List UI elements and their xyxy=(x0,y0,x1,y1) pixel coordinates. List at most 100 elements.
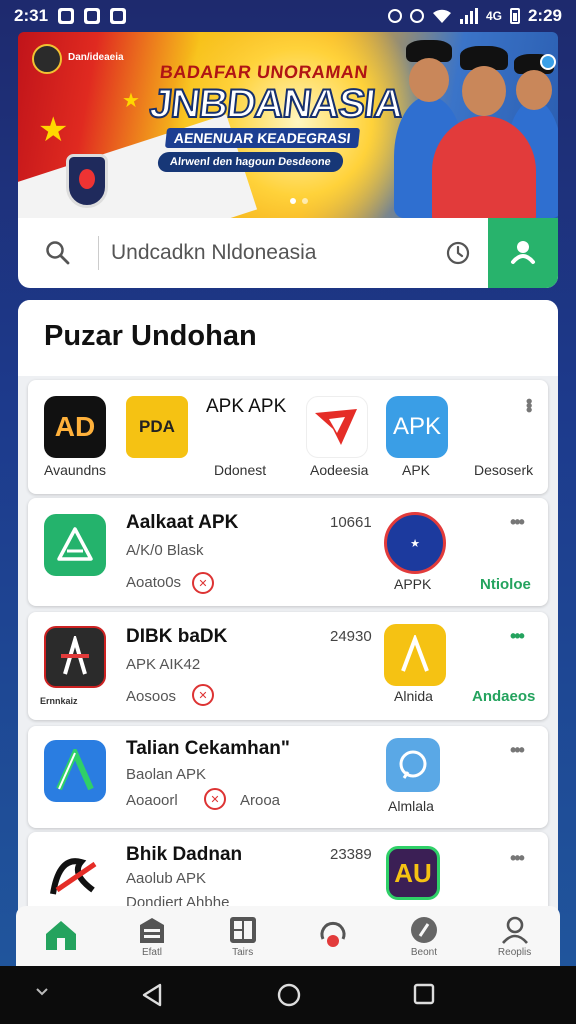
chevron-down-icon[interactable] xyxy=(34,984,50,1000)
promo-banner[interactable]: Dan/ideaeia ★ ★ BADAFAR UNORAMAN JNBDANA… xyxy=(18,32,558,218)
app-label: APK xyxy=(402,462,431,478)
pen-badge-icon xyxy=(410,916,437,943)
more-options-icon[interactable]: ••• xyxy=(510,740,525,761)
app-label: Desoserk xyxy=(474,462,534,478)
content-panel: Puzar Undohan APK APK ••• AD Avaundns PD… xyxy=(18,300,558,910)
app-icon-yellow-a xyxy=(384,624,446,686)
banner-headline-sub: AENENUAR KEADEGRASI xyxy=(164,128,360,148)
more-options-icon[interactable]: ••• xyxy=(518,398,539,411)
store-icon xyxy=(139,917,164,943)
alarm-icon xyxy=(409,9,424,23)
recent-apps-icon[interactable] xyxy=(412,982,436,1006)
banner-headline-top: BADAFAR UNORAMAN xyxy=(159,62,370,82)
nav-profile[interactable]: Reoplis xyxy=(470,906,560,966)
app-icon-text: AU xyxy=(394,857,432,888)
app-icon-ad[interactable]: AD xyxy=(44,396,106,458)
search-bar[interactable]: Undcadkn Nldoneasia xyxy=(18,218,558,288)
mic-icon xyxy=(511,241,535,264)
voice-search-button[interactable] xyxy=(488,218,558,288)
system-navigation-bar xyxy=(0,966,576,1024)
grid-icon xyxy=(229,916,256,943)
app-list-card[interactable]: Ernnkaiz DIBK baDK APK AIK42 Aosoos ✕ 24… xyxy=(28,612,548,720)
status-bar: 2:31 4G 2:29 xyxy=(0,0,576,32)
app-title: Bhik Dadnan xyxy=(126,844,243,865)
bottom-navigation: Efatl Tairs Beont Reoplis xyxy=(16,906,560,966)
app-subtitle: Baolan APK xyxy=(126,766,207,783)
app-list-card[interactable]: Aalkaat APK A/K/0 Blask Aoato0s ✕ 10661 … xyxy=(28,498,548,606)
shield-emblem-icon xyxy=(66,154,108,208)
app-caption: Ernnkaiz xyxy=(40,696,78,706)
app-label: Alnida xyxy=(394,688,433,704)
app-count: 10661 xyxy=(330,514,372,531)
nav-label: Reoplis xyxy=(497,946,532,958)
app-icon-text: APK xyxy=(392,413,442,440)
nav-home[interactable] xyxy=(16,906,106,966)
app-icon-apk[interactable]: APK xyxy=(386,396,448,458)
more-options-icon[interactable]: ••• xyxy=(510,848,525,869)
featured-apps-card[interactable]: APK APK ••• AD Avaundns PDA Ddonest Aode… xyxy=(28,380,548,494)
search-icon[interactable] xyxy=(18,240,98,266)
app-label: Aodeesia xyxy=(310,462,369,478)
remove-icon[interactable]: ✕ xyxy=(204,788,226,810)
app-action-link[interactable]: Ntioloe xyxy=(480,576,531,593)
location-icon xyxy=(387,9,402,23)
app-action-link[interactable]: Andaeos xyxy=(472,688,535,705)
featured-heading: APK APK xyxy=(206,396,287,417)
star-icon: ★ xyxy=(122,90,140,112)
nav-updates[interactable] xyxy=(288,906,378,966)
app-icon-red-triangle[interactable] xyxy=(306,396,368,458)
more-options-icon[interactable]: ••• xyxy=(510,512,525,533)
nav-label: Efatl xyxy=(141,946,162,958)
remove-icon[interactable]: ✕ xyxy=(192,572,214,594)
app-subtitle: A/K/0 Blask xyxy=(126,542,204,559)
app-title: DIBK baDK xyxy=(126,626,228,647)
app-icon-round-badge: ★ xyxy=(384,512,446,574)
app-list-card[interactable]: Bhik Dadnan Aaolub APK Dondiert Ahbhe 23… xyxy=(28,832,548,910)
person-illustration xyxy=(432,46,536,218)
app-meta: Aoato0s xyxy=(126,574,182,591)
image-notification-icon xyxy=(110,8,127,24)
banner-headline-pill: Alrwenl den hagoun Desdeone xyxy=(156,152,344,172)
refresh-icon xyxy=(320,921,346,947)
check-notification-icon xyxy=(84,8,101,24)
app-icon-black-swoosh xyxy=(44,844,106,906)
app-count: 23389 xyxy=(330,846,372,863)
status-time: 2:31 xyxy=(14,6,49,25)
app-meta: Aosoos xyxy=(126,688,177,705)
app-subtitle: APK AIK42 xyxy=(126,656,201,673)
nav-label: Beont xyxy=(410,946,438,958)
search-input[interactable]: Undcadkn Nldoneasia xyxy=(99,241,428,265)
nav-categories[interactable]: Efatl xyxy=(107,906,197,966)
carousel-dots[interactable] xyxy=(290,198,308,204)
star-icon: ★ xyxy=(38,111,69,149)
battery-icon xyxy=(509,8,520,24)
app-icon-green-a xyxy=(44,514,106,576)
app-icon-pda[interactable]: PDA xyxy=(126,396,188,458)
status-time-right: 2:29 xyxy=(527,6,562,25)
app-subtitle: Aaolub APK xyxy=(126,870,207,887)
app-icon-text: AD xyxy=(54,411,96,442)
notification-icon xyxy=(58,8,75,24)
app-label: Almlala xyxy=(388,798,434,814)
app-title: Aalkaat APK xyxy=(126,512,239,533)
app-count: 24930 xyxy=(330,628,372,645)
home-button-icon[interactable] xyxy=(276,982,302,1008)
remove-icon[interactable]: ✕ xyxy=(192,684,214,706)
back-icon[interactable] xyxy=(140,982,164,1008)
app-list-card[interactable]: Talian Cekamhan" Baolan APK Aoaoorl ✕ Ar… xyxy=(28,726,548,828)
nav-report[interactable]: Beont xyxy=(379,906,469,966)
section-title: Puzar Undohan xyxy=(18,300,558,376)
carousel-dot[interactable] xyxy=(302,198,308,204)
app-icon-blue-a xyxy=(44,740,106,802)
nav-apps[interactable]: Tairs xyxy=(198,906,288,966)
app-icon-chat xyxy=(386,738,440,792)
verified-icon xyxy=(540,54,556,70)
app-label: Ddonest xyxy=(214,462,267,478)
app-title: Talian Cekamhan" xyxy=(126,738,290,759)
more-options-icon[interactable]: ••• xyxy=(510,626,525,647)
app-icon-text: PDA xyxy=(139,417,175,436)
data-icon: 4G xyxy=(485,9,502,23)
carousel-dot[interactable] xyxy=(290,198,296,204)
app-meta: Aoaoorl xyxy=(126,792,178,809)
history-icon[interactable] xyxy=(428,240,488,266)
